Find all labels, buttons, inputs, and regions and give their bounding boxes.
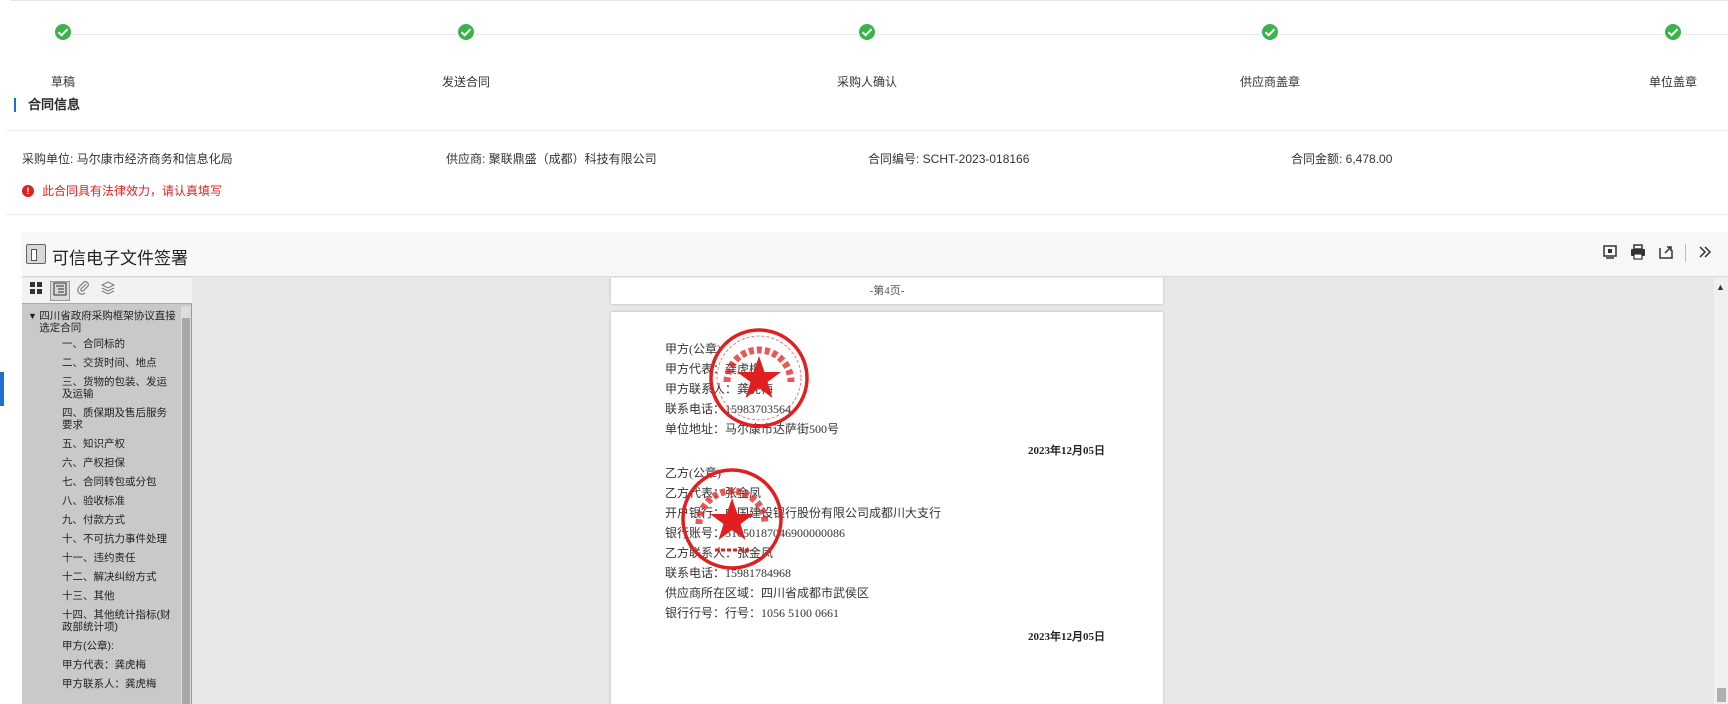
outline-item[interactable]: 十四、其他统计指标(财政部统计项) (22, 609, 182, 633)
document-scrollbar[interactable]: ▲ (1714, 278, 1728, 704)
caret-down-icon[interactable]: ▼ (28, 310, 39, 334)
outline-item[interactable]: 五、知识产权 (22, 438, 182, 450)
stamp-icon[interactable] (1601, 244, 1619, 262)
divider (6, 130, 1728, 131)
step-label: 采购人确认 (836, 75, 897, 89)
outline-item[interactable]: 二、交货时间、地点 (22, 357, 182, 369)
signing-date: 2023年12月05日 (1028, 445, 1105, 457)
party-b-line: 银行行号：行号：1056 5100 0661 (665, 606, 840, 620)
viewer-toolbar (1601, 244, 1714, 262)
step-send-contract: 发送合同 (386, 21, 546, 89)
outline-item[interactable]: 十三、其他 (22, 590, 182, 602)
outline-sidebar: ▼ 四川省政府采购框架协议直接选定合同 一、合同标的 二、交货时间、地点 三、货… (22, 278, 192, 704)
step-label: 供应商盖章 (1239, 75, 1300, 89)
viewer-title: 可信电子文件签署 (52, 249, 188, 268)
document-viewer: 可信电子文件签署 ▼ 四川省政府采购框架协议直接选定合同 一、合同标的 二、交货… (22, 232, 1728, 704)
signing-date: 2023年12月05日 (1028, 631, 1105, 643)
sidebar-scroll-thumb[interactable] (182, 318, 190, 704)
outline-item[interactable]: 八、验收标准 (22, 495, 182, 507)
outline-item[interactable]: 甲方代表：龚虎梅 (22, 659, 182, 671)
step-draft: 草稿 (0, 21, 143, 89)
outline-item[interactable]: 九、付款方式 (22, 514, 182, 526)
export-icon[interactable] (1657, 244, 1675, 262)
step-label: 单位盖章 (1648, 75, 1697, 89)
exclamation-icon: ! (22, 184, 34, 197)
outline-item[interactable]: 甲方(公章): (22, 640, 182, 652)
check-circle-icon (52, 21, 74, 43)
outline-item[interactable]: 甲方联系人：龚虎梅 (22, 678, 182, 690)
step-supplier-seal: 供应商盖章 (1190, 21, 1350, 89)
sidebar-tabs (22, 278, 192, 304)
attachment-icon[interactable] (74, 281, 94, 301)
step-purchaser-confirm: 采购人确认 (787, 21, 947, 89)
party-b-line: 供应商所在区域：四川省成都市武侯区 (665, 586, 870, 600)
outline-item[interactable]: 三、货物的包装、发运及运输 (22, 376, 182, 400)
outline-root[interactable]: ▼ 四川省政府采购框架协议直接选定合同 (22, 310, 182, 334)
document-page: 甲方(公章) 甲方代表：龚虎梅 甲方联系人：龚虎梅 联系电话：159837035… (611, 312, 1163, 704)
contract-amount-info: 合同金额: 6,478.00 (1291, 152, 1393, 166)
outline-root-label: 四川省政府采购框架协议直接选定合同 (39, 310, 176, 334)
outline-item[interactable]: 六、产权担保 (22, 457, 182, 469)
party-b-seal-icon (681, 468, 783, 570)
layers-icon[interactable] (98, 281, 118, 301)
check-circle-icon (455, 21, 477, 43)
viewer-header: 可信电子文件签署 (22, 232, 1728, 277)
thumbnails-icon[interactable] (26, 281, 46, 301)
step-label: 草稿 (50, 75, 75, 89)
document-area: -第4页- 甲方(公章) 甲方代表：龚虎梅 甲方联系人：龚虎梅 联系电话：159… (193, 278, 1728, 704)
scroll-up-icon[interactable]: ▲ (1716, 282, 1725, 292)
outline-tree: ▼ 四川省政府采购框架协议直接选定合同 一、合同标的 二、交货时间、地点 三、货… (22, 306, 182, 704)
step-unit-seal: 单位盖章 (1593, 21, 1728, 89)
outline-item[interactable]: 十、不可抗力事件处理 (22, 533, 182, 545)
document-scroll-thumb[interactable] (1717, 688, 1726, 702)
warning-text: 此合同具有法律效力，请认真填写 (42, 184, 223, 198)
check-circle-icon (856, 21, 878, 43)
print-icon[interactable] (1629, 244, 1647, 262)
legal-warning: ! 此合同具有法律效力，请认真填写 (22, 182, 222, 199)
outline-item[interactable]: 十一、违约责任 (22, 552, 182, 564)
outline-item[interactable]: 一、合同标的 (22, 338, 182, 350)
outline-item[interactable]: 四、质保期及售后服务要求 (22, 407, 182, 431)
purchaser-info: 采购单位: 马尔康市经济商务和信息化局 (22, 152, 233, 166)
step-label: 发送合同 (441, 75, 490, 89)
check-circle-icon (1662, 21, 1684, 43)
outline-item[interactable]: 十二、解决纠纷方式 (22, 571, 182, 583)
section-title: 合同信息 (14, 98, 80, 112)
document-page-previous: -第4页- (611, 278, 1163, 304)
party-a-seal-icon (709, 328, 809, 428)
left-edge-marker (0, 372, 4, 406)
expand-right-icon[interactable] (1696, 244, 1714, 262)
check-circle-icon (1259, 21, 1281, 43)
contract-number-info: 合同编号: SCHT-2023-018166 (868, 152, 1030, 166)
app-root: 草稿 发送合同 采购人确认 供应商盖章 单位盖章 合同信息 采购单位: 马尔康市… (0, 0, 1728, 704)
sidebar-toggle-icon[interactable] (26, 244, 46, 264)
divider (6, 214, 1728, 215)
outline-item[interactable]: 七、合同转包或分包 (22, 476, 182, 488)
supplier-info: 供应商: 聚联鼎盛（成都）科技有限公司 (446, 152, 657, 166)
progress-steps: 草稿 发送合同 采购人确认 供应商盖章 单位盖章 (10, 0, 1728, 100)
toolbar-separator (1685, 244, 1686, 262)
sidebar-scrollbar[interactable] (181, 306, 191, 704)
page-footer: -第4页- (869, 285, 905, 297)
outline-icon[interactable] (50, 281, 70, 301)
